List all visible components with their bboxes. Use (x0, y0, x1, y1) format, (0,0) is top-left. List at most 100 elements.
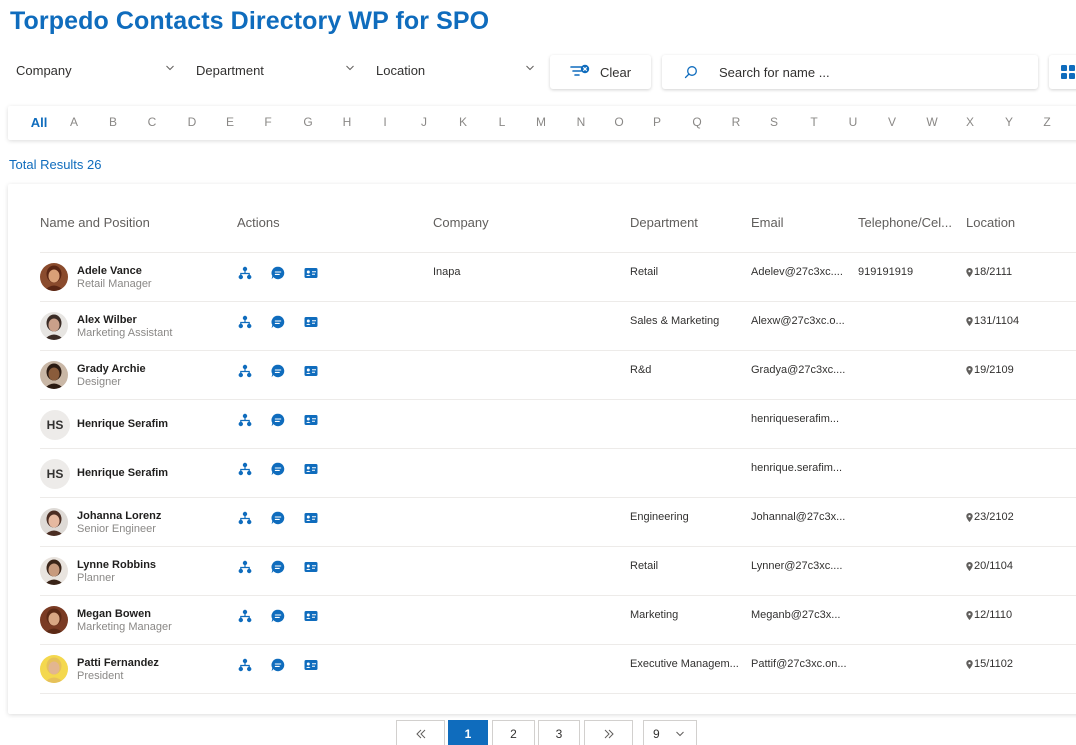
org-chart-icon[interactable] (238, 560, 252, 574)
chat-icon[interactable] (271, 462, 285, 476)
alphabet-filter-k[interactable]: K (453, 115, 473, 129)
last-page-button[interactable] (584, 720, 633, 745)
department-cell: Retail (630, 266, 659, 278)
org-chart-icon[interactable] (238, 609, 252, 623)
email-cell[interactable]: Pattif@27c3xc.on... (751, 658, 847, 670)
chat-icon[interactable] (271, 511, 285, 525)
location-dropdown[interactable]: Location (376, 52, 534, 88)
header-actions: Actions (237, 215, 280, 230)
alphabet-filter-r[interactable]: R (726, 115, 746, 129)
contact-name[interactable]: Henrique Serafim (77, 418, 168, 430)
header-email[interactable]: Email (751, 215, 784, 230)
contact-card-icon[interactable] (304, 560, 318, 574)
alphabet-filter-q[interactable]: Q (687, 115, 707, 129)
header-company[interactable]: Company (433, 215, 489, 230)
chat-icon[interactable] (271, 658, 285, 672)
org-chart-icon[interactable] (238, 658, 252, 672)
alphabet-filter-u[interactable]: U (843, 115, 863, 129)
org-chart-icon[interactable] (238, 266, 252, 280)
contact-card-icon[interactable] (304, 511, 318, 525)
alphabet-filter-x[interactable]: X (960, 115, 980, 129)
email-cell[interactable]: Alexw@27c3xc.o... (751, 315, 845, 327)
email-cell[interactable]: Gradya@27c3xc.... (751, 364, 845, 376)
chat-icon[interactable] (271, 266, 285, 280)
chevron-down-icon (675, 731, 684, 736)
alphabet-filter-v[interactable]: V (882, 115, 902, 129)
contact-card-icon[interactable] (304, 462, 318, 476)
contact-name[interactable]: Patti Fernandez (77, 657, 159, 669)
alphabet-filter-d[interactable]: D (182, 115, 202, 129)
chat-icon[interactable] (271, 560, 285, 574)
header-name-position[interactable]: Name and Position (40, 215, 150, 230)
page-button-3[interactable]: 3 (538, 720, 580, 745)
org-chart-icon[interactable] (238, 364, 252, 378)
contact-name[interactable]: Megan Bowen (77, 608, 151, 620)
contact-name[interactable]: Adele Vance (77, 265, 142, 277)
email-cell[interactable]: Johannal@27c3x... (751, 511, 845, 523)
alphabet-filter-o[interactable]: O (609, 115, 629, 129)
chat-icon[interactable] (271, 413, 285, 427)
telephone-cell[interactable]: 919191919 (858, 266, 913, 278)
header-location[interactable]: Location (966, 215, 1015, 230)
contact-card-icon[interactable] (304, 364, 318, 378)
org-chart-icon[interactable] (238, 511, 252, 525)
org-chart-icon[interactable] (238, 462, 252, 476)
page-button-1[interactable]: 1 (448, 720, 488, 745)
location-value: 131/1104 (974, 315, 1020, 327)
alphabet-filter-w[interactable]: W (922, 115, 942, 129)
alphabet-filter-s[interactable]: S (764, 115, 784, 129)
page-size-dropdown[interactable]: 9 (643, 720, 697, 745)
contact-position: Retail Manager (77, 278, 152, 290)
company-dropdown[interactable]: Company (16, 52, 174, 88)
email-cell[interactable]: Meganb@27c3x... (751, 609, 840, 621)
contact-name[interactable]: Henrique Serafim (77, 467, 168, 479)
alphabet-filter-h[interactable]: H (337, 115, 357, 129)
email-cell[interactable]: henrique.serafim... (751, 462, 842, 474)
email-cell[interactable]: Lynner@27c3xc.... (751, 560, 842, 572)
header-telephone[interactable]: Telephone/Cel... (858, 215, 952, 230)
chat-icon[interactable] (271, 364, 285, 378)
avatar (40, 312, 68, 340)
alphabet-filter-f[interactable]: F (258, 115, 278, 129)
search-input[interactable] (719, 64, 1019, 80)
page-button-2[interactable]: 2 (492, 720, 535, 745)
header-department[interactable]: Department (630, 215, 698, 230)
contact-card-icon[interactable] (304, 315, 318, 329)
contact-card-icon[interactable] (304, 658, 318, 672)
contact-name[interactable]: Lynne Robbins (77, 559, 156, 571)
contact-name[interactable]: Alex Wilber (77, 314, 137, 326)
alphabet-filter-j[interactable]: J (414, 115, 434, 129)
alphabet-filter-a[interactable]: A (64, 115, 84, 129)
alphabet-filter-i[interactable]: I (375, 115, 395, 129)
alphabet-filter-y[interactable]: Y (999, 115, 1019, 129)
avatar (40, 557, 68, 585)
contact-card-icon[interactable] (304, 413, 318, 427)
contact-card-icon[interactable] (304, 609, 318, 623)
contact-name[interactable]: Grady Archie (77, 363, 146, 375)
search-box[interactable] (662, 55, 1038, 89)
alphabet-filter-n[interactable]: N (571, 115, 591, 129)
alphabet-filter-all[interactable]: All (26, 115, 52, 130)
alphabet-filter-t[interactable]: T (804, 115, 824, 129)
page-title: Torpedo Contacts Directory WP for SPO (10, 7, 490, 35)
org-chart-icon[interactable] (238, 315, 252, 329)
alphabet-filter-b[interactable]: B (103, 115, 123, 129)
alphabet-filter-m[interactable]: M (531, 115, 551, 129)
alphabet-filter-z[interactable]: Z (1037, 115, 1057, 129)
alphabet-filter-e[interactable]: E (220, 115, 240, 129)
grid-view-button[interactable] (1049, 55, 1076, 89)
org-chart-icon[interactable] (238, 413, 252, 427)
chat-icon[interactable] (271, 315, 285, 329)
alphabet-filter-c[interactable]: C (142, 115, 162, 129)
department-dropdown[interactable]: Department (196, 52, 354, 88)
contact-card-icon[interactable] (304, 266, 318, 280)
email-cell[interactable]: Adelev@27c3xc.... (751, 266, 843, 278)
email-cell[interactable]: henriqueserafim... (751, 413, 839, 425)
alphabet-filter-g[interactable]: G (298, 115, 318, 129)
chat-icon[interactable] (271, 609, 285, 623)
alphabet-filter-p[interactable]: P (647, 115, 667, 129)
alphabet-filter-l[interactable]: L (492, 115, 512, 129)
first-page-button[interactable] (396, 720, 445, 745)
contact-name[interactable]: Johanna Lorenz (77, 510, 161, 522)
clear-filters-button[interactable]: Clear (550, 55, 651, 89)
